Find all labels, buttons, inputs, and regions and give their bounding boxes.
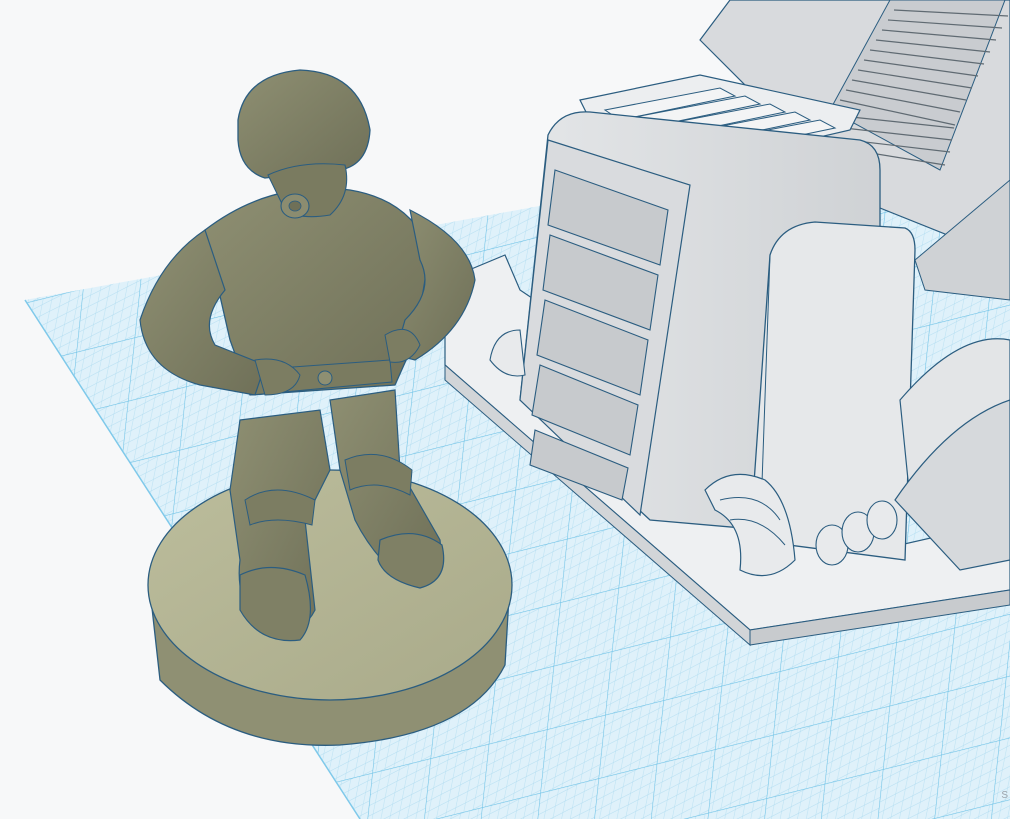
snap-grid-label[interactable]: S bbox=[1001, 790, 1008, 801]
workplane-viewport[interactable] bbox=[0, 0, 1010, 819]
